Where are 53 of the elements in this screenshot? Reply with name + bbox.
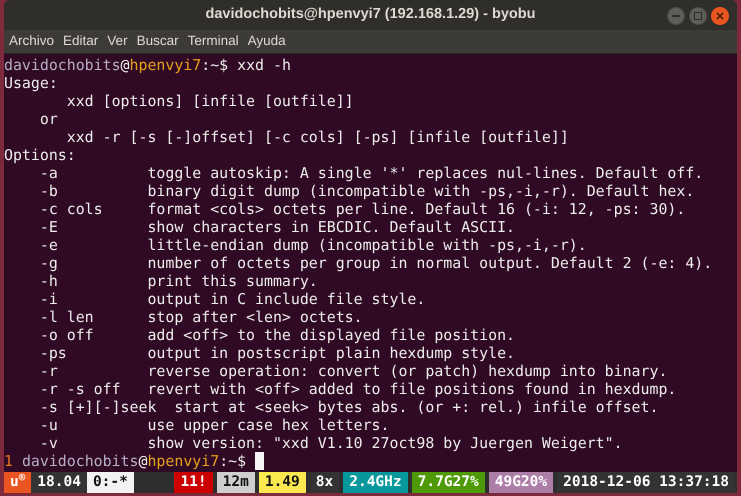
- terminal-line: -E show characters in EBCDIC. Default ASCII.: [38, 218, 516, 236]
- prompt-host: hpenvyi7: [147, 452, 220, 470]
- terminal-line: -h print this summary.: [38, 272, 318, 290]
- status-segment: 0:-*: [86, 472, 134, 493]
- terminal-line: -a toggle autoskip: A single '*' replaces nul-lines. Default off.: [38, 164, 704, 182]
- menu-item[interactable]: Ayuda: [246, 31, 288, 52]
- menu-item[interactable]: Ver: [105, 31, 130, 52]
- menu-item[interactable]: Terminal: [186, 31, 241, 52]
- terminal-line: -c cols format <cols> octets per line. Default 16 (-i: 12, -ps: 30).: [38, 200, 686, 218]
- prompt-at: @: [120, 56, 130, 74]
- menu-item[interactable]: Archivo: [7, 31, 56, 52]
- status-segment: 2018-12-06 13:37:18: [557, 472, 735, 493]
- prompt-at: @: [138, 452, 148, 470]
- status-segment: 8x: [310, 472, 340, 493]
- terminal-line: xxd -r [-s [-]offset] [-c cols] [-ps] [infile [outfile]]: [66, 128, 569, 146]
- status-segment: 18.04: [31, 472, 87, 493]
- terminal-line: -l len stop after <len> octets.: [38, 308, 363, 326]
- prompt-path: :~$: [201, 56, 228, 74]
- command-text: xxd -h: [236, 56, 291, 74]
- terminal-line: -e little-endian dump (incompatible with -ps,-i,-r).: [38, 236, 587, 254]
- terminal-line: -o off add <off> to the displayed file position.: [38, 326, 516, 344]
- status-segment: 1.49: [258, 472, 306, 493]
- terminal-line: -i output in C include file style.: [38, 290, 426, 308]
- terminal-line: -u use upper case hex letters.: [38, 416, 390, 434]
- prompt-path: :~$: [219, 452, 246, 470]
- terminal-line: -ps output in postscript plain hexdump style.: [38, 344, 516, 362]
- terminal-line: -b binary digit dump (incompatible with -ps,-i,-r). Default hex.: [38, 182, 694, 200]
- terminal-line: -r reverse operation: convert (or patch) hexdump into binary.: [38, 362, 668, 380]
- maximize-button[interactable]: [689, 7, 707, 25]
- menu-item[interactable]: Buscar: [134, 31, 181, 52]
- status-segment: 7.7G27%: [412, 472, 485, 493]
- terminal-line: Usage:: [4, 74, 58, 92]
- status-segment: u$^{®}$: [4, 472, 32, 493]
- status-segment: 2.4GHz: [343, 472, 408, 493]
- menu-item[interactable]: Editar: [61, 31, 100, 52]
- minimize-button[interactable]: [667, 7, 685, 25]
- terminal-line: -v show version: "xxd V1.10 27oct98 by Juergen Weigert".: [38, 434, 623, 452]
- terminal-line: xxd [options] [infile [outfile]]: [66, 92, 354, 110]
- close-icon: [716, 12, 724, 20]
- close-button[interactable]: [711, 7, 729, 25]
- status-segment: 49G20%: [488, 472, 554, 493]
- prompt-user: davidochobits: [22, 452, 138, 470]
- terminal-line: Options:: [4, 146, 76, 164]
- prompt-host: hpenvyi7: [130, 56, 202, 74]
- terminal-line: or: [38, 110, 58, 128]
- status-segment: 11!: [174, 472, 213, 493]
- window-number: 1: [4, 452, 14, 470]
- window-title: davidochobits@hpenvyi7 (192.168.1.29) - byobu: [205, 5, 536, 24]
- terminal-line: -r -s off revert with <off> added to file positions found in hexdump.: [38, 380, 676, 398]
- prompt-user: davidochobits: [4, 56, 121, 74]
- terminal-line: -g number of octets per group in normal output. Default 2 (-e: 4).: [38, 254, 712, 272]
- terminal-line: -s [+][-]seek start at <seek> bytes abs. (or +: rel.) infile offset.: [38, 398, 658, 416]
- status-segment: 12m: [216, 472, 255, 493]
